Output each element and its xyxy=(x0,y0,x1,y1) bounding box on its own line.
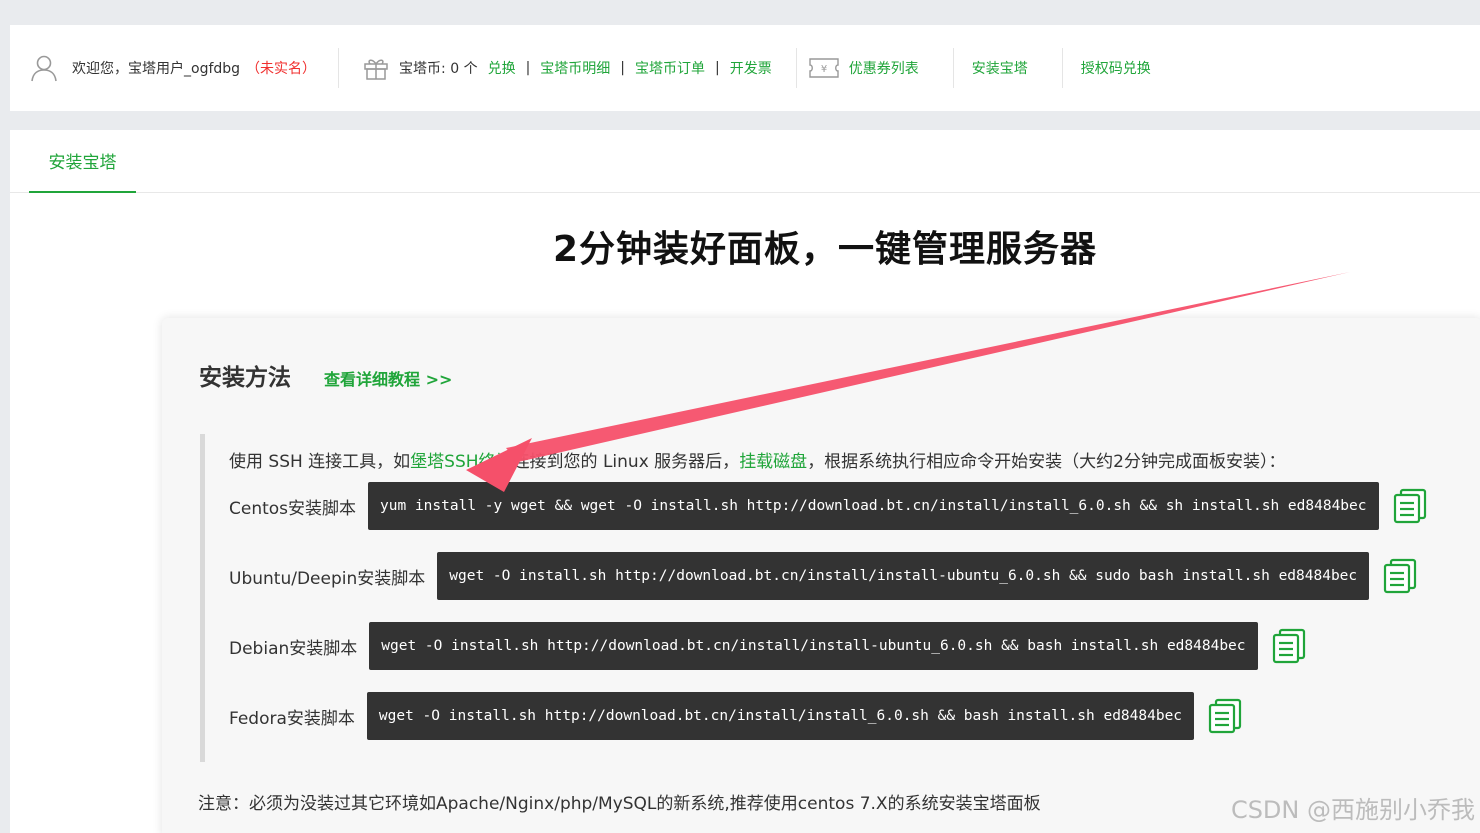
account-bar: 欢迎您，宝塔用户_ogfdbg （未实名） 宝塔币: 0 个 兑换 | 宝塔币明… xyxy=(10,25,1480,111)
tab-install[interactable]: 安装宝塔 xyxy=(29,130,136,193)
separator: | xyxy=(715,60,720,76)
separator: | xyxy=(620,60,626,76)
intro-text: ，根据系统执行相应命令开始安装（大约2分钟完成面板安装）： xyxy=(807,452,1286,472)
intro-text: 连接到您的 Linux 服务器后， xyxy=(512,452,740,472)
intro-text: 使用 SSH 连接工具，如 xyxy=(229,452,411,472)
user-icon xyxy=(31,55,57,82)
install-block: 使用 SSH 连接工具，如堡塔SSH终端连接到您的 Linux 服务器后，挂载磁… xyxy=(200,434,1440,762)
script-row-fedora: Fedora安装脚本 wget -O install.sh http://dow… xyxy=(229,692,1242,740)
tab-bar: 安装宝塔 xyxy=(10,130,1480,193)
command-box[interactable]: wget -O install.sh http://download.bt.cn… xyxy=(437,552,1370,600)
mount-disk-link[interactable]: 挂载磁盘 xyxy=(739,452,807,472)
gift-icon xyxy=(364,59,388,80)
copy-icon[interactable] xyxy=(1272,628,1306,664)
ssh-terminal-link[interactable]: 堡塔SSH终端 xyxy=(410,452,512,472)
main-content: 安装宝塔 2分钟装好面板，一键管理服务器 安装方法 查看详细教程 >> 使用 S… xyxy=(10,130,1480,833)
copy-icon[interactable] xyxy=(1383,558,1417,594)
coin-segment: 宝塔币: 0 个 兑换 | 宝塔币明细 | 宝塔币订单 | 开发票 xyxy=(338,48,796,88)
user-segment: 欢迎您，宝塔用户_ogfdbg （未实名） xyxy=(30,48,338,88)
copy-icon[interactable] xyxy=(1393,488,1427,524)
coin-balance: 宝塔币: 0 个 xyxy=(399,61,478,77)
install-note: 注意：必须为没装过其它环境如Apache/Nginx/php/MySQL的新系统… xyxy=(198,794,1041,814)
invoice-link[interactable]: 开发票 xyxy=(730,58,772,78)
install-card: 安装方法 查看详细教程 >> 使用 SSH 连接工具，如堡塔SSH终端连接到您的… xyxy=(162,318,1480,833)
coupon-segment: ¥ 优惠券列表 xyxy=(795,48,953,88)
script-label: Ubuntu/Deepin安装脚本 xyxy=(229,568,426,589)
exchange-link[interactable]: 兑换 xyxy=(488,58,516,78)
auth-code-link[interactable]: 授权码兑换 xyxy=(1081,58,1151,78)
script-row-centos: Centos安装脚本 yum install -y wget && wget -… xyxy=(229,482,1427,530)
tutorial-link[interactable]: 查看详细教程 >> xyxy=(324,366,452,390)
watermark: CSDN @西施别小乔我 xyxy=(1230,796,1475,824)
auth-segment: 授权码兑换 xyxy=(1061,48,1151,88)
script-label: Centos安装脚本 xyxy=(229,498,357,519)
page-title: 2分钟装好面板，一键管理服务器 xyxy=(552,229,1098,270)
command-box[interactable]: yum install -y wget && wget -O install.s… xyxy=(368,482,1379,530)
install-intro: 使用 SSH 连接工具，如堡塔SSH终端连接到您的 Linux 服务器后，挂载磁… xyxy=(229,447,1286,472)
command-box[interactable]: wget -O install.sh http://download.bt.cn… xyxy=(366,692,1195,740)
unverified-link[interactable]: （未实名） xyxy=(246,58,316,78)
svg-text:¥: ¥ xyxy=(821,64,827,75)
welcome-text: 欢迎您，宝塔用户_ogfdbg xyxy=(72,61,241,77)
coin-orders-link[interactable]: 宝塔币订单 xyxy=(635,58,705,78)
coupon-list-link[interactable]: 优惠券列表 xyxy=(849,58,919,78)
coupon-icon: ¥ xyxy=(809,58,839,78)
install-link[interactable]: 安装宝塔 xyxy=(972,58,1028,78)
separator: | xyxy=(525,60,531,76)
script-label: Fedora安装脚本 xyxy=(229,708,355,729)
script-label: Debian安装脚本 xyxy=(229,638,358,659)
coin-detail-link[interactable]: 宝塔币明细 xyxy=(540,58,610,78)
script-row-debian: Debian安装脚本 wget -O install.sh http://dow… xyxy=(229,622,1306,670)
install-segment: 安装宝塔 xyxy=(952,48,1062,88)
card-title: 安装方法 xyxy=(199,365,291,391)
script-row-ubuntu: Ubuntu/Deepin安装脚本 wget -O install.sh htt… xyxy=(229,552,1417,600)
command-box[interactable]: wget -O install.sh http://download.bt.cn… xyxy=(369,622,1258,670)
copy-icon[interactable] xyxy=(1208,698,1242,734)
